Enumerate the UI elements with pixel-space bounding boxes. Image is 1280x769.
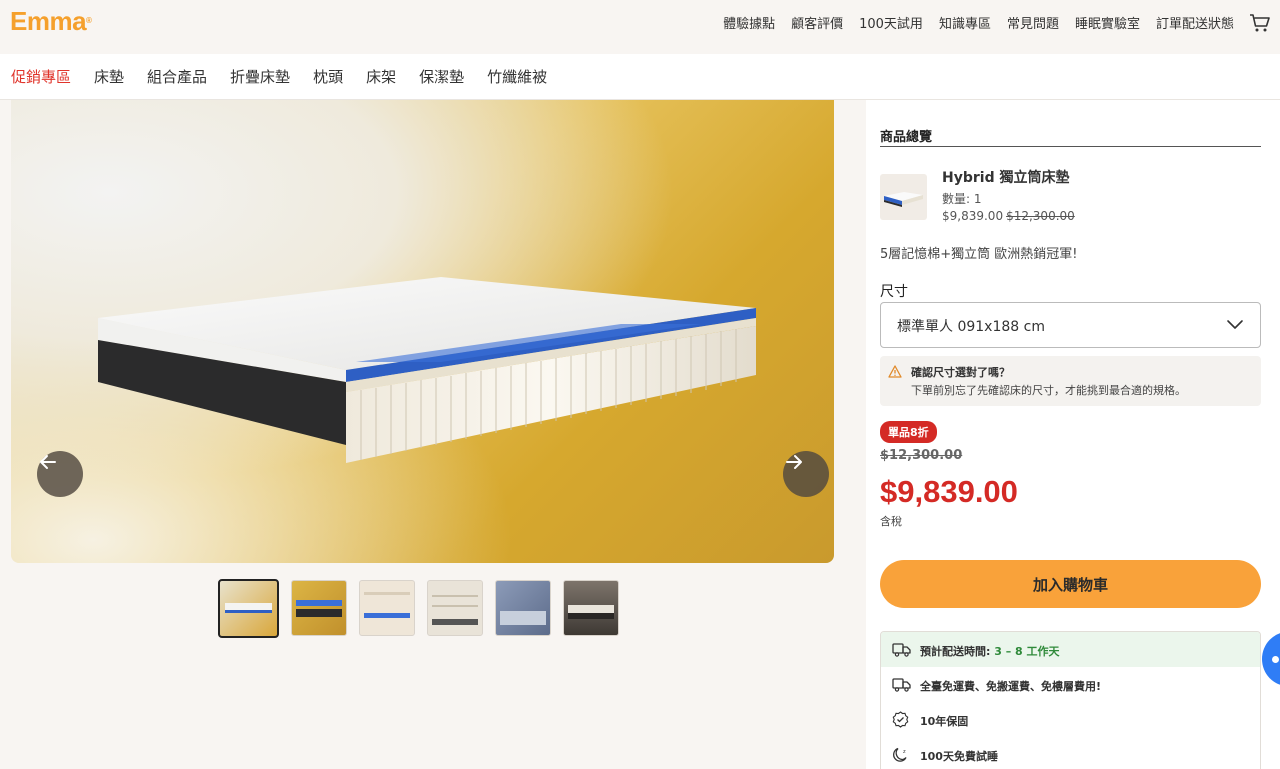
cart-icon[interactable] (1249, 13, 1271, 33)
top-nav-link-trial[interactable]: 100天試用 (859, 13, 923, 32)
category-mattress[interactable]: 床墊 (94, 66, 124, 87)
chat-icon (1272, 656, 1279, 663)
delivery-truck-icon (892, 643, 911, 657)
top-nav: 體驗據點 顧客評價 100天試用 知識專區 常見問題 睡眠實驗室 訂單配送狀態 (723, 13, 1234, 32)
gallery-next-button[interactable] (783, 451, 829, 497)
top-nav-link-sleep-lab[interactable]: 睡眠實驗室 (1075, 13, 1140, 32)
gallery-thumbnail[interactable] (291, 580, 347, 636)
gallery-thumbnail[interactable] (218, 579, 279, 638)
gallery-thumbnail[interactable] (359, 580, 415, 636)
discount-badge: 單品8折 (880, 421, 937, 443)
purchase-panel: 商品總覽 Hybrid 獨立筒床墊 數量: 1 $9,839.00 $12,300… (866, 100, 1280, 769)
delivery-time-label: 預計配送時間: (920, 645, 995, 658)
top-nav-link-order-status[interactable]: 訂單配送狀態 (1156, 13, 1234, 32)
product-image-main (11, 100, 834, 563)
category-pillows[interactable]: 枕頭 (313, 66, 343, 87)
category-nav: 促銷專區 床墊 組合產品 折疊床墊 枕頭 床架 保潔墊 竹纖維被 (0, 54, 1280, 100)
category-bundles[interactable]: 組合產品 (147, 66, 207, 87)
size-select[interactable]: 標準單人 091x188 cm (880, 302, 1261, 348)
category-protectors[interactable]: 保潔墊 (419, 66, 464, 87)
category-promotions[interactable]: 促銷專區 (11, 66, 71, 87)
divider (880, 146, 1261, 147)
product-current-price: $9,839.00 (942, 209, 1004, 223)
category-bamboo-duvet[interactable]: 竹纖維被 (487, 66, 547, 87)
gallery-thumbnail[interactable] (495, 580, 551, 636)
registered-mark: ® (86, 16, 92, 25)
delivery-time-text: 預計配送時間: 3 – 8 工作天 (920, 643, 1060, 659)
benefits-box: 預計配送時間: 3 – 8 工作天 全臺免運費、免搬運費、免樓層費用! 10年保… (880, 631, 1261, 769)
free-shipping-row: 全臺免運費、免搬運費、免樓層費用! (881, 667, 1260, 702)
trial-text: 100天免費試睡 (920, 750, 998, 763)
top-nav-link-knowledge[interactable]: 知識專區 (939, 13, 991, 32)
gallery-thumbnail[interactable] (427, 580, 483, 636)
shipping-truck-icon (892, 678, 911, 692)
gallery-thumbnail[interactable] (563, 580, 619, 636)
sale-price: $9,839.00 (880, 474, 1018, 509)
size-notice-title: 確認尺寸選對了嗎？ (911, 366, 1010, 379)
top-nav-link-faq[interactable]: 常見問題 (1007, 13, 1059, 32)
category-bed-frames[interactable]: 床架 (366, 66, 396, 87)
top-nav-link-reviews[interactable]: 顧客評價 (791, 13, 843, 32)
summary-title: 商品總覽 (880, 130, 933, 145)
product-price: $9,839.00 $12,300.00 (942, 209, 1075, 223)
svg-text:z: z (903, 749, 906, 755)
trial-row: z 100天免費試睡 (881, 737, 1260, 769)
tax-note: 含稅 (880, 515, 902, 528)
free-shipping-text: 全臺免運費、免搬運費、免樓層費用! (920, 680, 1102, 693)
mattress-illustration (98, 277, 756, 463)
delivery-time-row: 預計配送時間: 3 – 8 工作天 (881, 632, 1260, 667)
warranty-text: 10年保固 (920, 715, 969, 728)
size-notice-body: 下單前別忘了先確認床的尺寸，才能挑到最合適的規格。 (911, 384, 1186, 397)
add-to-cart-button[interactable]: 加入購物車 (880, 560, 1261, 608)
size-selected-value: 標準單人 091x188 cm (897, 319, 1045, 335)
top-header: Emma® 體驗據點 顧客評價 100天試用 知識專區 常見問題 睡眠實驗室 訂… (0, 0, 1280, 54)
warranty-badge-icon (892, 711, 909, 728)
product-quantity: 數量: 1 (942, 192, 982, 206)
delivery-days: 3 – 8 工作天 (994, 645, 1060, 658)
brand-logo[interactable]: Emma® (10, 6, 92, 37)
product-tagline: 5層記憶棉+獨立筒 歐洲熱銷冠軍! (880, 247, 1078, 262)
size-label: 尺寸 (880, 284, 908, 300)
gallery-thumbnails (218, 579, 619, 638)
category-folding-mattress[interactable]: 折疊床墊 (230, 66, 290, 87)
size-notice: 確認尺寸選對了嗎？ 下單前別忘了先確認床的尺寸，才能挑到最合適的規格。 (880, 356, 1261, 406)
arrow-right-icon (786, 455, 802, 469)
chevron-down-icon (1227, 320, 1243, 329)
warranty-row: 10年保固 (881, 702, 1260, 737)
arrow-left-icon (40, 455, 56, 469)
product-original-price: $12,300.00 (1006, 209, 1075, 223)
product-thumbnail (880, 174, 927, 220)
warning-icon (888, 365, 902, 378)
top-nav-link-locations[interactable]: 體驗據點 (723, 13, 775, 32)
old-price: $12,300.00 (880, 448, 963, 463)
moon-sleep-icon: z (893, 747, 907, 762)
product-name: Hybrid 獨立筒床墊 (942, 170, 1070, 186)
gallery-prev-button[interactable] (37, 451, 83, 497)
